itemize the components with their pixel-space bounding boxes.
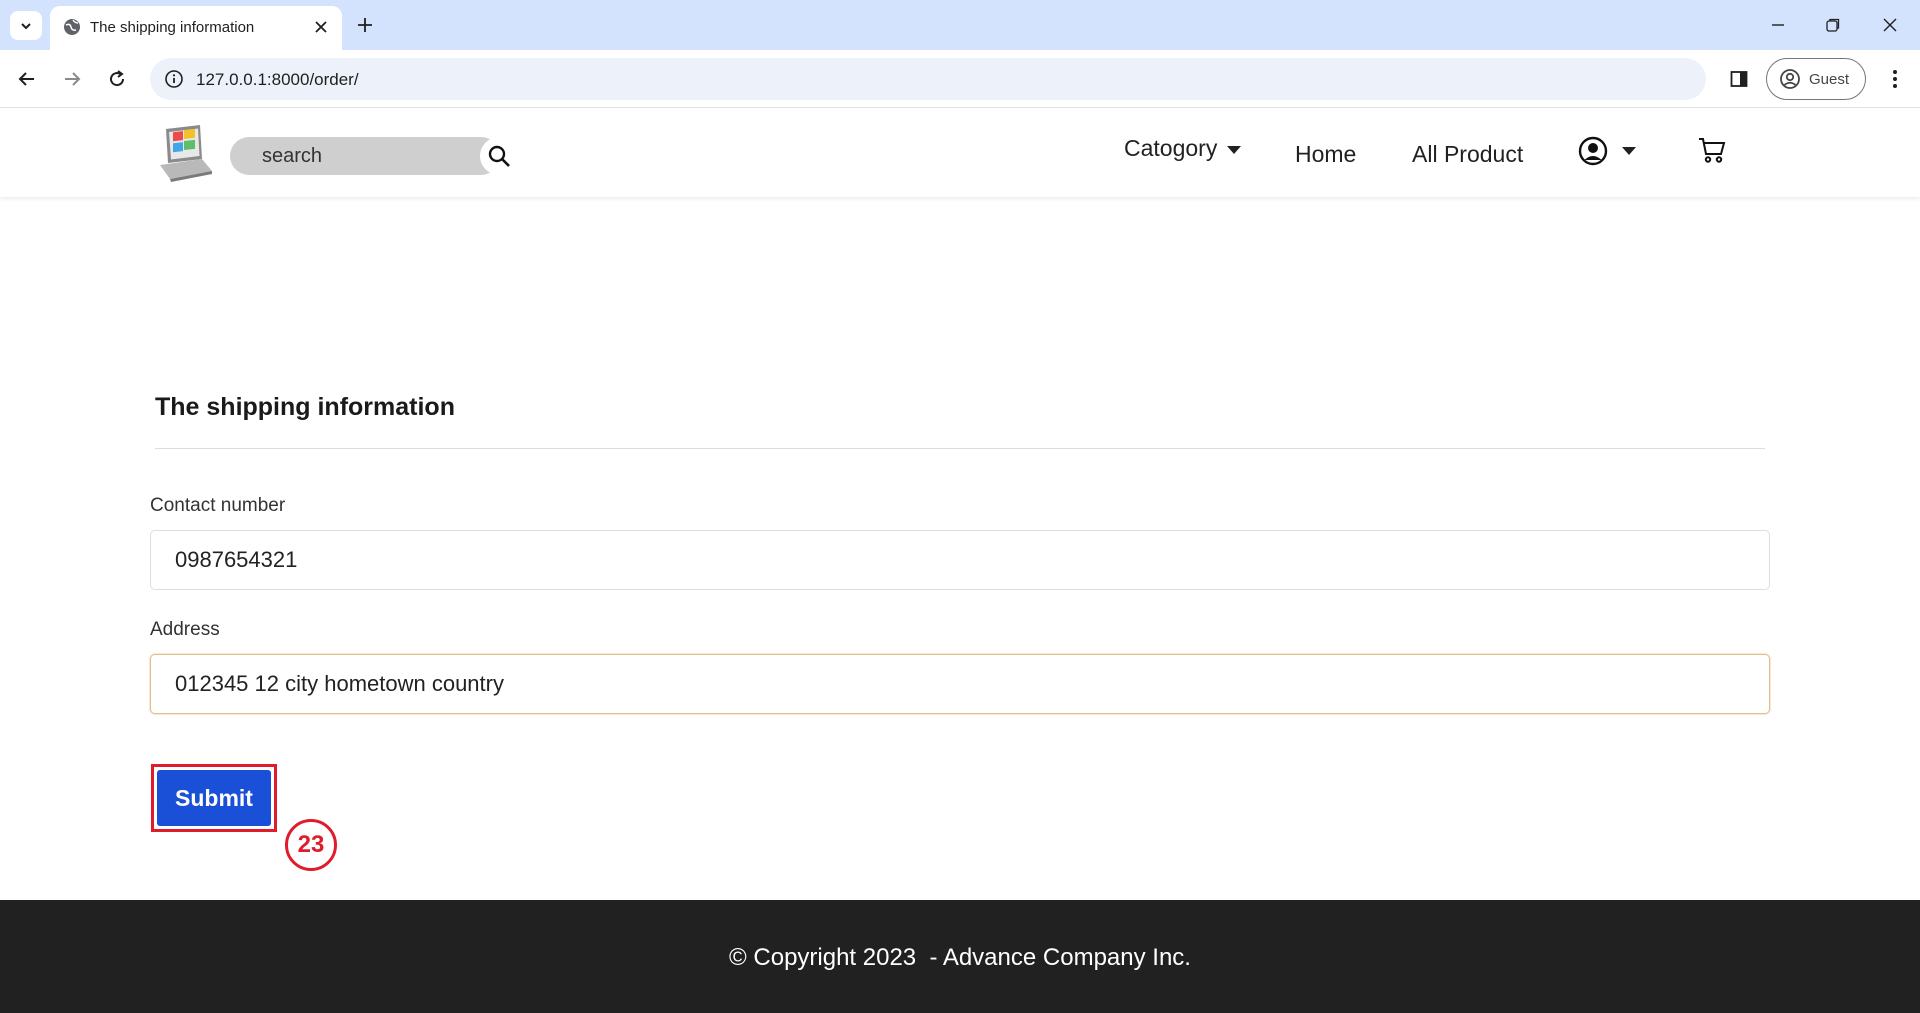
site-footer: © Copyright 2023 - Advance Company Inc. — [0, 900, 1920, 1013]
site-navbar: Catogory Home All Product — [0, 109, 1920, 197]
tab-close-button[interactable] — [310, 16, 332, 38]
plus-icon — [358, 18, 372, 32]
contact-number-field[interactable] — [150, 530, 1770, 590]
info-icon[interactable] — [164, 69, 184, 89]
divider — [155, 448, 1765, 449]
back-button[interactable] — [12, 64, 42, 94]
tab-title: The shipping information — [90, 19, 255, 36]
arrow-left-icon — [18, 72, 34, 86]
minimize-icon — [1772, 24, 1784, 26]
restore-icon — [1826, 18, 1840, 32]
new-tab-button[interactable] — [352, 12, 378, 38]
search-button[interactable] — [480, 137, 518, 175]
category-dropdown[interactable]: Catogory — [1124, 135, 1242, 162]
browser-tab-bar: The shipping information — [0, 0, 1920, 50]
address-field[interactable] — [150, 654, 1770, 714]
close-window-button[interactable] — [1877, 12, 1903, 38]
chevron-down-icon — [21, 22, 31, 29]
globe-icon — [64, 19, 80, 35]
nav-all-product-link[interactable]: All Product — [1412, 141, 1523, 168]
submit-highlight-box: Submit — [151, 764, 277, 832]
profile-button[interactable]: Guest — [1766, 58, 1866, 100]
minimize-button[interactable] — [1765, 12, 1791, 38]
browser-tab-active[interactable]: The shipping information — [50, 6, 342, 50]
more-vert-icon — [1893, 70, 1897, 88]
reload-button[interactable] — [102, 64, 132, 94]
copyright-text: © Copyright 2023 - Advance Company Inc. — [729, 944, 1191, 971]
tab-search-button[interactable] — [10, 11, 42, 40]
arrow-right-icon — [65, 72, 81, 86]
cart-icon — [1699, 138, 1726, 163]
close-icon — [1883, 18, 1897, 32]
search-input[interactable] — [230, 137, 500, 175]
cart-button[interactable] — [1696, 133, 1728, 167]
account-circle-icon — [1780, 69, 1800, 89]
contact-number-label: Contact number — [150, 495, 286, 516]
forward-button[interactable] — [57, 64, 87, 94]
profile-label: Guest — [1809, 70, 1850, 88]
nav-home-link[interactable]: Home — [1295, 141, 1356, 168]
reload-icon — [110, 70, 125, 87]
side-panel-icon — [1730, 71, 1748, 87]
url-text: 127.0.0.1:8000/order/ — [196, 70, 359, 89]
address-label: Address — [150, 619, 220, 640]
laptop-logo-icon[interactable] — [156, 123, 214, 183]
user-menu-dropdown[interactable] — [1578, 133, 1648, 169]
restore-button[interactable] — [1820, 12, 1846, 38]
browser-menu-button[interactable] — [1880, 64, 1910, 94]
search-icon — [488, 145, 510, 167]
address-bar[interactable]: 127.0.0.1:8000/order/ — [150, 58, 1706, 100]
close-icon — [315, 21, 327, 33]
submit-button[interactable]: Submit — [157, 770, 271, 826]
side-panel-button[interactable] — [1724, 64, 1754, 94]
caret-down-icon — [1622, 147, 1636, 155]
search-bar — [230, 137, 520, 175]
step-number-badge: 23 — [285, 819, 337, 871]
user-circle-icon — [1578, 136, 1608, 166]
page-title: The shipping information — [155, 393, 455, 421]
browser-toolbar: 127.0.0.1:8000/order/ Guest — [0, 50, 1920, 108]
caret-down-icon — [1227, 145, 1242, 154]
category-label: Catogory — [1124, 135, 1218, 161]
